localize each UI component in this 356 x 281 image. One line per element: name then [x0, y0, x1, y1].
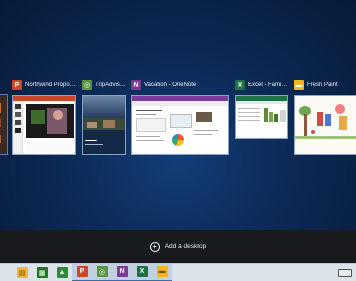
window-card-header: P Northwind Proposa...: [12, 78, 76, 92]
tripadvisor-icon: ◎: [96, 266, 108, 277]
window-card-northwind[interactable]: P Northwind Proposa...: [12, 78, 76, 155]
window-thumbnail: [0, 94, 8, 155]
taskbar-explorer[interactable]: ▤: [12, 264, 32, 281]
excel-icon: X: [235, 80, 245, 90]
window-thumbnail: [82, 95, 126, 155]
window-card[interactable]: [0, 78, 8, 155]
excel-icon: X: [136, 266, 148, 277]
taskbar-excel[interactable]: X: [132, 263, 152, 281]
powerpoint-icon: P: [12, 80, 22, 90]
window-thumbnail: [12, 95, 76, 155]
window-thumbnail: [235, 95, 288, 139]
task-view-desktop: P Northwind Proposa... ◎ TripAdvisor...: [0, 0, 356, 230]
onenote-icon: N: [116, 266, 128, 277]
taskbar-onenote[interactable]: N: [112, 263, 132, 281]
taskbar-tripadvisor[interactable]: ◎: [92, 263, 112, 281]
window-card-header: ▬ Fresh Paint: [294, 78, 356, 92]
add-desktop-label[interactable]: Add a desktop: [165, 243, 207, 250]
tripadvisor-icon: ◎: [82, 80, 92, 90]
taskbar-keyboard[interactable]: [334, 264, 356, 281]
taskbar-finance[interactable]: ▲: [52, 264, 72, 281]
window-card-header: ◎ TripAdvisor...: [82, 78, 126, 92]
fresh-paint-icon: ▬: [294, 80, 304, 90]
taskbar: ▤ ▦ ▲ P ◎ N X ▬: [0, 263, 356, 281]
window-title: Excel - Family...: [248, 82, 288, 88]
window-thumbnail: [294, 95, 356, 155]
onenote-icon: N: [131, 80, 141, 90]
store-icon: ▦: [36, 267, 48, 278]
plus-circle-icon[interactable]: +: [149, 241, 160, 252]
fresh-paint-icon: ▬: [156, 266, 168, 277]
explorer-icon: ▤: [16, 267, 28, 278]
window-card-excel[interactable]: X Excel - Family...: [235, 78, 288, 155]
window-title: Vacation - OneNote: [144, 82, 197, 88]
taskbar-powerpoint[interactable]: P: [72, 263, 92, 281]
window-title: Fresh Paint: [307, 82, 338, 88]
taskbar-fresh-paint[interactable]: ▬: [152, 263, 172, 281]
window-title: Northwind Proposa...: [25, 82, 76, 88]
window-thumbnail: [131, 95, 229, 155]
powerpoint-icon: P: [76, 266, 88, 277]
taskbar-store[interactable]: ▦: [32, 264, 52, 281]
finance-icon: ▲: [56, 267, 68, 278]
add-desktop-bar[interactable]: + Add a desktop: [0, 230, 356, 263]
window-card-header: X Excel - Family...: [235, 78, 288, 92]
window-card-header: N Vacation - OneNote: [131, 78, 229, 92]
window-title: TripAdvisor...: [95, 82, 126, 88]
window-card-tripadvisor[interactable]: ◎ TripAdvisor...: [82, 78, 126, 155]
window-card-onenote[interactable]: N Vacation - OneNote: [131, 78, 229, 155]
keyboard-icon: [338, 268, 352, 277]
window-card-fresh-paint[interactable]: ▬ Fresh Paint: [294, 78, 356, 155]
